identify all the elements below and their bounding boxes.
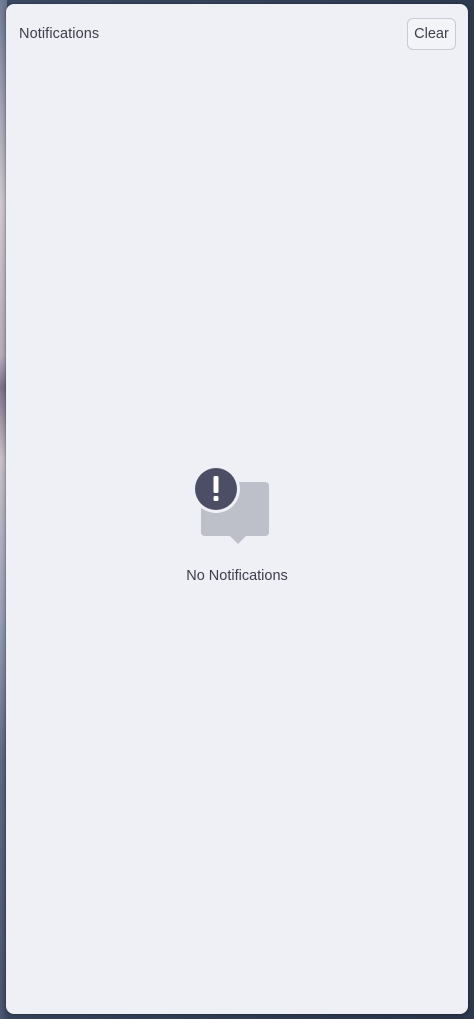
empty-state: No Notifications — [6, 466, 468, 584]
empty-state-label: No Notifications — [186, 568, 288, 584]
panel-header: Notifications Clear — [6, 4, 468, 66]
clear-button[interactable]: Clear — [407, 18, 456, 50]
notification-bubble-alert-icon — [192, 466, 269, 544]
notification-panel: Notifications Clear No Notifications — [6, 4, 468, 1014]
panel-title: Notifications — [19, 26, 100, 42]
